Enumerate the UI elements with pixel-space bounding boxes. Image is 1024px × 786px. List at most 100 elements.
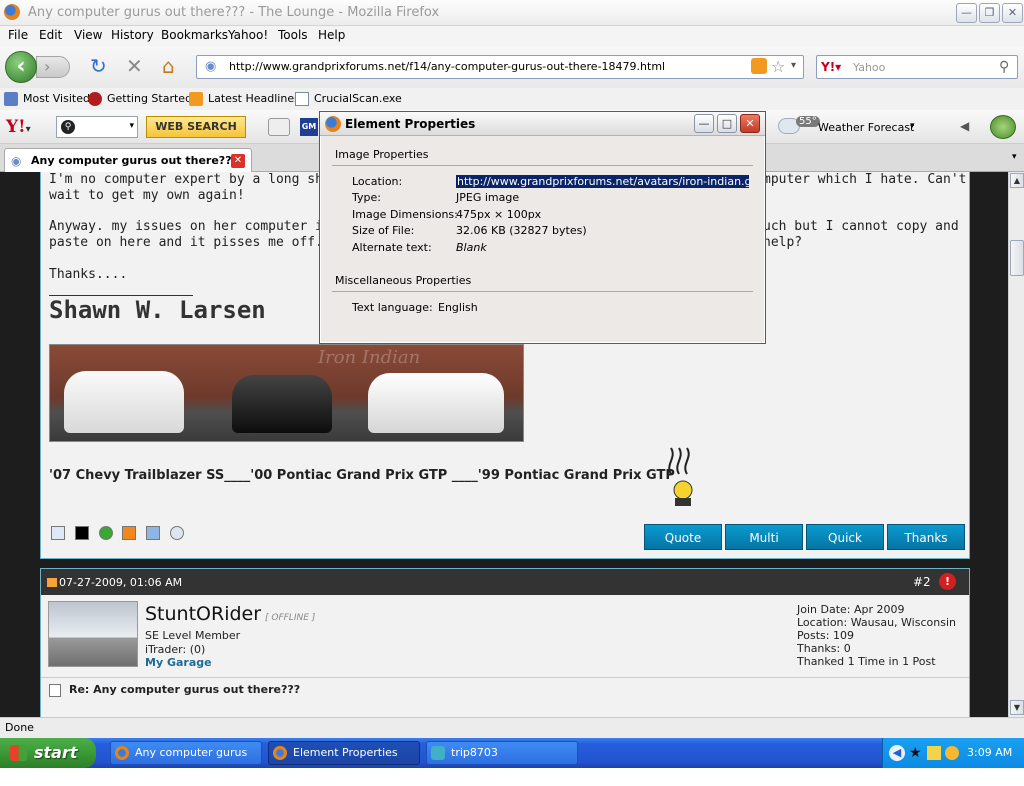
rss-icon[interactable] [751,58,767,74]
window-titlebar: Any computer gurus out there??? - The Lo… [0,0,1024,26]
url-dropdown-icon[interactable]: ▾ [791,60,796,71]
forward-button[interactable]: › [36,56,70,78]
start-button[interactable]: start [0,738,96,768]
section-heading: Miscellaneous Properties [335,274,472,287]
yahoo-logo-icon[interactable]: Y!▾ [6,117,31,137]
home-icon[interactable]: ⌂ [162,56,175,76]
tab-favicon-icon: ◉ [11,154,22,168]
post-divider [41,677,969,678]
multi-quote-button[interactable]: Multi [725,524,803,550]
post-text-line: Thanks.... [49,267,128,282]
chevron-down-icon[interactable]: ▾ [129,121,134,131]
signature-banner-image[interactable]: Iron Indian [49,344,524,442]
quick-reply-button[interactable]: Quick [806,524,884,550]
yahoo-engine-icon[interactable]: Y!▾ [821,60,841,74]
share-technorati-icon[interactable] [98,526,113,540]
weather-forecast-label[interactable]: Weather Forecast [818,121,914,134]
tab-close-icon[interactable]: ✕ [231,154,245,168]
post-text-line: Anyway. my issues on her computer is I [49,219,347,234]
tab-list-icon[interactable]: ▾ [1012,152,1017,162]
file-size-label: Size of File: [352,224,415,237]
bookmark-most-visited[interactable]: Most Visited [23,92,90,105]
stop-icon[interactable]: ✕ [126,56,143,76]
weather-dropdown-icon[interactable]: ▾ [910,121,915,131]
taskbar-item-trip[interactable]: trip8703 [426,741,578,765]
quote-button[interactable]: Quote [644,524,722,550]
menu-tools[interactable]: Tools [278,28,308,42]
taskbar-item-element-properties[interactable]: Element Properties [268,741,420,765]
folder-icon[interactable] [927,746,941,760]
firefox-icon [4,4,20,20]
restore-button[interactable]: ❐ [979,3,1000,23]
report-post-icon[interactable]: ! [939,573,956,590]
scroll-up-arrow[interactable]: ▲ [1010,173,1024,188]
user-rank: SE Level Member [145,629,241,642]
share-stumble-icon[interactable] [146,526,161,540]
bookmark-latest-headlines[interactable]: Latest Headlines [208,92,300,105]
tray-expand-icon[interactable]: ◀ [889,745,905,761]
post-text-line: I'm no computer expert by a long shot... [49,172,363,187]
taskbar-item-label: Any computer gurus ... [135,746,248,781]
signature-cars-text: '07 Chevy Trailblazer SS____'00 Pontiac … [49,468,675,483]
reload-icon[interactable]: ↻ [90,56,107,76]
messenger-icon[interactable]: ★ [909,745,922,761]
menu-file[interactable]: File [8,28,28,42]
gm-icon[interactable]: GM [300,118,318,136]
text-language-label: Text language: [352,301,433,314]
dialog-close-button[interactable]: ✕ [740,114,760,133]
bookmark-star-icon[interactable]: ☆ [771,57,785,76]
mail-icon[interactable] [268,118,290,136]
avatar[interactable] [48,601,138,667]
share-delicious-icon[interactable] [74,526,89,540]
firefox-icon [273,746,287,760]
section-heading: Image Properties [335,148,429,161]
menu-edit[interactable]: Edit [39,28,62,42]
minimize-button[interactable]: — [956,3,977,23]
element-properties-dialog: Element Properties — □ ✕ Image Propertie… [319,111,766,344]
menu-view[interactable]: View [74,28,102,42]
post-number-link[interactable]: #2 [913,575,931,589]
scroll-down-arrow[interactable]: ▼ [1010,700,1024,715]
toolbar-scroll-left-icon[interactable]: ◀ [960,119,969,133]
share-digg-icon[interactable] [51,526,65,540]
post-header: 07-27-2009, 01:06 AM #2 ! [41,569,969,595]
my-garage-link[interactable]: My Garage [145,656,212,669]
back-button[interactable]: ‹ [5,51,37,83]
menu-bookmarks[interactable]: Bookmarks [161,28,228,42]
thanks-button[interactable]: Thanks [887,524,965,550]
section-divider [332,291,753,292]
social-share-icons [51,526,190,540]
gear-icon[interactable] [990,115,1016,139]
menu-history[interactable]: History [111,28,154,42]
page-icon [295,92,309,106]
bookmark-crucialscan[interactable]: CrucialScan.exe [314,92,402,105]
taskbar-item-firefox[interactable]: Any computer gurus ... [110,741,262,781]
magnifier-icon[interactable]: ⚲ [999,59,1009,75]
dimensions-value: 475px × 100px [456,208,542,221]
share-furl-icon[interactable] [122,526,137,540]
share-reddit-icon[interactable] [170,526,185,540]
dialog-minimize-button[interactable]: — [694,114,714,133]
url-bar[interactable]: ◉ http://www.grandprixforums.net/f14/any… [196,55,804,79]
web-search-button[interactable]: WEB SEARCH [146,116,246,138]
dialog-maximize-button[interactable]: □ [717,114,737,133]
yahoo-search-input[interactable]: ⚲ ▾ [56,116,138,138]
username-link[interactable]: StuntORider [145,603,261,625]
scroll-thumb[interactable] [1010,240,1024,276]
location-value[interactable]: http://www.grandprixforums.net/avatars/i… [456,175,749,188]
text-language-value: English [438,301,478,314]
search-placeholder: Yahoo [853,61,886,74]
smiley-icon[interactable] [945,746,959,760]
site-icon: ◉ [205,59,217,74]
search-box[interactable]: Y!▾ Yahoo ⚲ [816,55,1018,79]
temperature-badge: 55° [796,116,820,127]
menu-help[interactable]: Help [318,28,345,42]
close-button[interactable]: ✕ [1002,3,1023,23]
bookmark-getting-started[interactable]: Getting Started [107,92,192,105]
tab-active[interactable]: ◉ Any computer gurus out there??... ✕ [4,148,252,172]
vertical-scrollbar[interactable]: ▲ ▼ [1008,172,1024,717]
itrader-link[interactable]: iTrader: (0) [145,643,205,656]
thanked-count: Thanked 1 Time in 1 Post [797,655,936,668]
post-text-line: wait to get my own again! [49,188,245,203]
menu-yahoo[interactable]: Yahoo! [228,28,268,42]
